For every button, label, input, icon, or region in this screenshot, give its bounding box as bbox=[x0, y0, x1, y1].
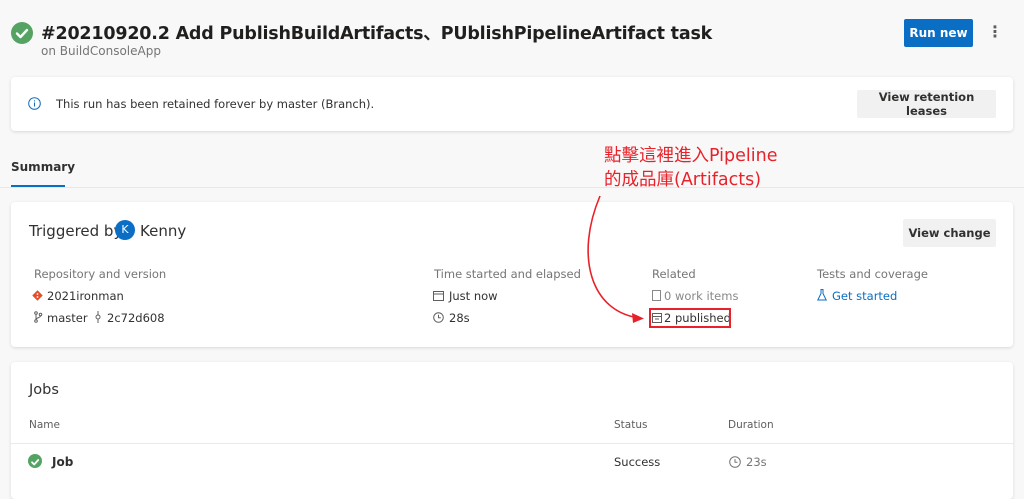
work-items[interactable]: 0 work items bbox=[664, 289, 738, 303]
calendar-icon bbox=[433, 291, 444, 301]
view-change-button[interactable]: View change bbox=[903, 219, 996, 247]
tab-divider bbox=[0, 187, 1024, 188]
triggered-by-label: Triggered by bbox=[29, 222, 123, 240]
job-duration: 23s bbox=[746, 455, 767, 469]
job-success-icon bbox=[28, 454, 42, 468]
branch-icon bbox=[34, 311, 43, 323]
jobs-divider bbox=[11, 443, 1013, 444]
time-label: Time started and elapsed bbox=[434, 267, 581, 281]
beaker-icon bbox=[817, 289, 827, 301]
work-item-icon bbox=[652, 290, 661, 301]
jobs-header-duration: Duration bbox=[728, 419, 774, 431]
job-status: Success bbox=[614, 455, 661, 469]
commit-id[interactable]: 2c72d608 bbox=[107, 311, 165, 325]
branch-name[interactable]: master bbox=[47, 311, 88, 325]
annotation-line-2: 的成品庫(Artifacts) bbox=[604, 170, 762, 190]
time-elapsed: 28s bbox=[449, 311, 470, 325]
avatar: K bbox=[115, 220, 135, 240]
jobs-header-status: Status bbox=[614, 419, 648, 431]
info-icon bbox=[28, 97, 41, 110]
duration-clock-icon bbox=[729, 456, 741, 468]
jobs-title: Jobs bbox=[29, 382, 59, 398]
commit-icon bbox=[95, 311, 101, 323]
success-check-icon bbox=[11, 22, 33, 44]
retention-message: This run has been retained forever by ma… bbox=[56, 97, 375, 111]
annotation-text: 點擊這裡進入Pipeline 的成品庫(Artifacts) bbox=[604, 144, 778, 192]
tests-label: Tests and coverage bbox=[817, 267, 928, 281]
repository-label: Repository and version bbox=[34, 267, 167, 281]
run-new-button[interactable]: Run new bbox=[904, 19, 973, 47]
related-label: Related bbox=[652, 267, 696, 281]
git-repo-icon bbox=[32, 290, 43, 301]
tab-summary[interactable]: Summary bbox=[11, 160, 75, 174]
jobs-card: Jobs Name Status Duration Job Success 23… bbox=[11, 362, 1013, 499]
get-started-link[interactable]: Get started bbox=[832, 289, 897, 303]
run-title: #20210920.2 Add PublishBuildArtifacts、PU… bbox=[41, 24, 713, 44]
summary-card: Triggered by K Kenny View change Reposit… bbox=[11, 202, 1013, 347]
more-actions-icon[interactable]: ⋮ bbox=[985, 19, 1005, 47]
triggered-user: Kenny bbox=[140, 222, 187, 240]
job-name[interactable]: Job bbox=[52, 455, 73, 469]
run-header: #20210920.2 Add PublishBuildArtifacts、PU… bbox=[0, 0, 1024, 70]
view-retention-leases-button[interactable]: View retention leases bbox=[857, 90, 996, 118]
pipeline-name[interactable]: on BuildConsoleApp bbox=[41, 44, 161, 58]
retention-banner: This run has been retained forever by ma… bbox=[11, 77, 1013, 131]
clock-icon bbox=[433, 312, 444, 323]
highlight-box bbox=[649, 308, 731, 328]
repository-name[interactable]: 2021ironman bbox=[47, 289, 124, 303]
annotation-line-1: 點擊這裡進入Pipeline bbox=[604, 146, 778, 166]
time-started: Just now bbox=[449, 289, 498, 303]
jobs-header-name: Name bbox=[29, 419, 60, 431]
